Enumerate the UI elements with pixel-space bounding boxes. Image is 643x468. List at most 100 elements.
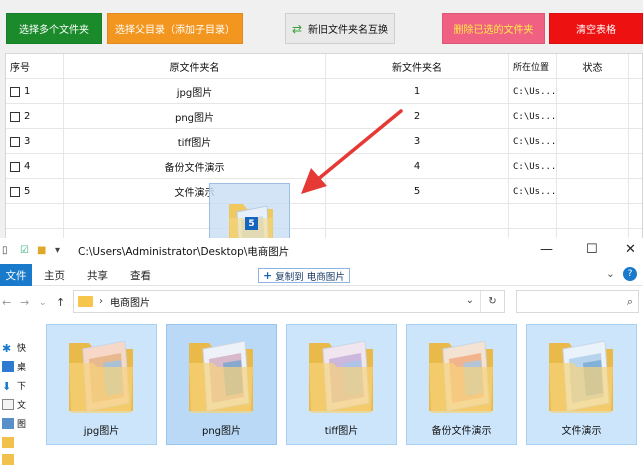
table-header: 序号 原文件夹名 新文件夹名 所在位置 状态 bbox=[6, 54, 642, 79]
tab-share[interactable]: 共享 bbox=[87, 268, 108, 283]
desktop-icon bbox=[2, 360, 14, 372]
new-name-cell[interactable]: 1 bbox=[326, 79, 509, 104]
red-arrow bbox=[301, 109, 403, 194]
header-index[interactable]: 序号 bbox=[6, 54, 64, 79]
folder-label: 文件演示 bbox=[561, 426, 602, 437]
breadcrumb-separator-icon[interactable]: › bbox=[99, 296, 103, 307]
drop-tooltip: + 复制到 电商图片 bbox=[258, 268, 350, 283]
folder-icon bbox=[309, 340, 373, 413]
tab-file[interactable]: 文件 bbox=[0, 264, 32, 286]
sidebar-item-label: 文 bbox=[17, 400, 27, 411]
minimize-icon[interactable]: — bbox=[540, 242, 553, 257]
header-original[interactable]: 原文件夹名 bbox=[64, 54, 326, 79]
row-checkbox[interactable] bbox=[10, 111, 20, 122]
back-icon[interactable]: ← bbox=[2, 296, 11, 309]
help-icon[interactable]: ? bbox=[623, 267, 637, 281]
folder-tile[interactable]: png图片 bbox=[166, 324, 277, 445]
refresh-icon[interactable]: ↻ bbox=[480, 291, 504, 312]
index-cell: 1 bbox=[6, 79, 64, 104]
folder-tile[interactable]: 备份文件演示 bbox=[406, 324, 517, 445]
folder-icon bbox=[429, 340, 493, 413]
index-cell: 3 bbox=[6, 129, 64, 154]
table-row[interactable]: 1 jpg图片 1 C:\Us... bbox=[6, 79, 642, 104]
close-icon[interactable]: ✕ bbox=[625, 242, 636, 257]
header-location[interactable]: 所在位置 bbox=[509, 54, 557, 79]
toolbar: 选择多个文件夹 选择父目录（添加子目录） ⇄ 新旧文件夹名互换 删除已选的文件夹… bbox=[0, 0, 643, 50]
file-list: jpg图片 png图片 tiff图片 备份文件演示 文件演示 bbox=[46, 324, 643, 449]
folder-icon bbox=[189, 340, 253, 413]
pin-icon: ✱ bbox=[2, 341, 12, 355]
location-cell: C:\Us... bbox=[509, 79, 557, 104]
location-cell: C:\Us... bbox=[509, 129, 557, 154]
sidebar-item-quick-access[interactable]: ✱ 快 bbox=[2, 338, 36, 356]
location-cell: C:\Us... bbox=[509, 179, 557, 204]
row-index: 4 bbox=[24, 161, 31, 172]
sidebar-item-label: 下 bbox=[17, 381, 27, 392]
drop-tooltip-text: 复制到 电商图片 bbox=[275, 271, 345, 283]
picture-icon bbox=[2, 417, 14, 429]
recent-locations-icon[interactable]: ⌄ bbox=[39, 298, 47, 308]
folder-tile[interactable]: jpg图片 bbox=[46, 324, 157, 445]
clear-table-button[interactable]: 清空表格 bbox=[549, 13, 643, 44]
sidebar-item-folder[interactable] bbox=[2, 433, 36, 451]
search-icon: ⌕ bbox=[626, 295, 633, 308]
header-new[interactable]: 新文件夹名 bbox=[326, 54, 509, 79]
folder-icon bbox=[69, 340, 133, 413]
sidebar-item-folder[interactable] bbox=[2, 450, 36, 468]
delete-selected-button[interactable]: 删除已选的文件夹 bbox=[442, 13, 545, 44]
forward-icon[interactable]: → bbox=[20, 296, 29, 309]
tab-view[interactable]: 查看 bbox=[130, 268, 151, 283]
row-index: 3 bbox=[24, 136, 31, 147]
tab-home[interactable]: 主页 bbox=[44, 268, 65, 283]
row-index: 1 bbox=[24, 86, 31, 97]
select-parent-directory-button[interactable]: 选择父目录（添加子目录） bbox=[107, 13, 243, 44]
sidebar-item-pictures[interactable]: 图 bbox=[2, 414, 36, 432]
folder-icon bbox=[549, 340, 613, 413]
maximize-icon[interactable]: ☐ bbox=[586, 242, 598, 257]
breadcrumb-folder[interactable]: 电商图片 bbox=[110, 294, 150, 309]
document-icon bbox=[2, 398, 14, 410]
swap-label: 新旧文件夹名互换 bbox=[308, 25, 389, 36]
status-cell bbox=[557, 154, 629, 179]
sidebar-item-desktop[interactable]: 桌 bbox=[2, 357, 36, 375]
row-checkbox[interactable] bbox=[10, 161, 20, 172]
address-bar[interactable]: › 电商图片 ⌄ ↻ bbox=[73, 290, 505, 313]
folder-tile[interactable]: tiff图片 bbox=[286, 324, 397, 445]
row-checkbox[interactable] bbox=[10, 86, 20, 97]
index-cell: 4 bbox=[6, 154, 64, 179]
up-icon[interactable]: ↑ bbox=[56, 296, 65, 309]
ribbon-expand-icon[interactable]: ⌄ bbox=[606, 268, 615, 280]
row-checkbox[interactable] bbox=[10, 136, 20, 147]
plus-icon: + bbox=[263, 269, 273, 282]
location-cell: C:\Us... bbox=[509, 154, 557, 179]
row-checkbox[interactable] bbox=[10, 186, 20, 197]
index-cell: 2 bbox=[6, 104, 64, 129]
select-multiple-folders-button[interactable]: 选择多个文件夹 bbox=[6, 13, 102, 44]
original-name-cell: 备份文件演示 bbox=[64, 154, 326, 179]
location-cell: C:\Us... bbox=[509, 104, 557, 129]
row-index: 2 bbox=[24, 111, 31, 122]
original-name-cell: tiff图片 bbox=[64, 129, 326, 154]
window-title: C:\Users\Administrator\Desktop\电商图片 bbox=[78, 246, 290, 258]
sidebar-item-documents[interactable]: 文 bbox=[2, 395, 36, 413]
status-cell bbox=[557, 79, 629, 104]
search-input[interactable]: ⌕ bbox=[516, 290, 639, 313]
quick-access-dropdown-icon[interactable]: ▾ bbox=[55, 245, 60, 256]
batch-rename-app: 选择多个文件夹 选择父目录（添加子目录） ⇄ 新旧文件夹名互换 删除已选的文件夹… bbox=[0, 0, 643, 465]
swap-names-button[interactable]: ⇄ 新旧文件夹名互换 bbox=[285, 13, 395, 44]
status-cell bbox=[557, 104, 629, 129]
folder-label: 备份文件演示 bbox=[431, 426, 492, 437]
original-name-cell: png图片 bbox=[64, 104, 326, 129]
index-cell: 5 bbox=[6, 179, 64, 204]
folder-icon[interactable]: ■ bbox=[37, 245, 46, 256]
folder-tile[interactable]: 文件演示 bbox=[526, 324, 637, 445]
folder-icon bbox=[78, 296, 93, 307]
address-dropdown-icon[interactable]: ⌄ bbox=[466, 295, 474, 306]
folder-label: tiff图片 bbox=[324, 426, 359, 437]
navigation-bar: ← → ⌄ ↑ › 电商图片 ⌄ ↻ ⌕ bbox=[0, 286, 643, 318]
sidebar-item-downloads[interactable]: ⬇ 下 bbox=[2, 376, 36, 394]
folder-icon bbox=[2, 453, 14, 465]
header-status[interactable]: 状态 bbox=[557, 54, 629, 79]
row-index: 5 bbox=[24, 186, 31, 197]
checkbox-icon[interactable]: ☑ bbox=[20, 245, 29, 256]
